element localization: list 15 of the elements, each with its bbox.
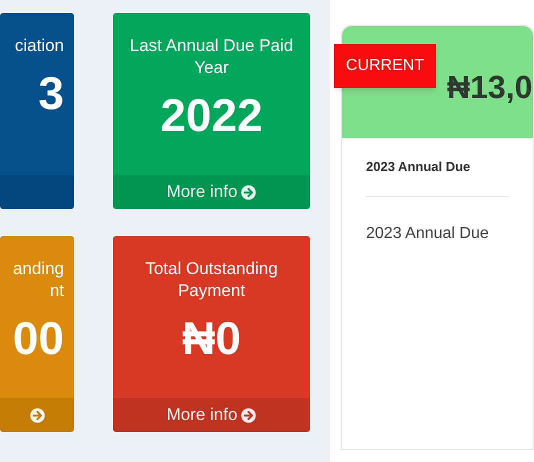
card-value: 00 xyxy=(12,311,64,366)
due-heading: 2023 Annual Due xyxy=(366,158,470,176)
card-value: 3 xyxy=(38,66,64,121)
card-value: ₦0 xyxy=(182,311,241,366)
card-title: ciation xyxy=(14,35,64,57)
due-amount: ₦13,0 xyxy=(447,68,532,107)
card-footer[interactable] xyxy=(0,398,74,432)
card-value: 2022 xyxy=(160,88,263,143)
card-footer[interactable]: More info xyxy=(113,398,310,432)
due-item: 2023 Annual Due xyxy=(366,224,489,244)
card-title: Total Outstanding Payment xyxy=(144,258,279,302)
card-title: anding nt xyxy=(12,258,64,302)
card-title: Last Annual Due Paid Year xyxy=(128,35,294,79)
card-footer[interactable]: More info xyxy=(113,175,310,209)
current-ribbon[interactable]: CURRENT xyxy=(334,44,436,88)
